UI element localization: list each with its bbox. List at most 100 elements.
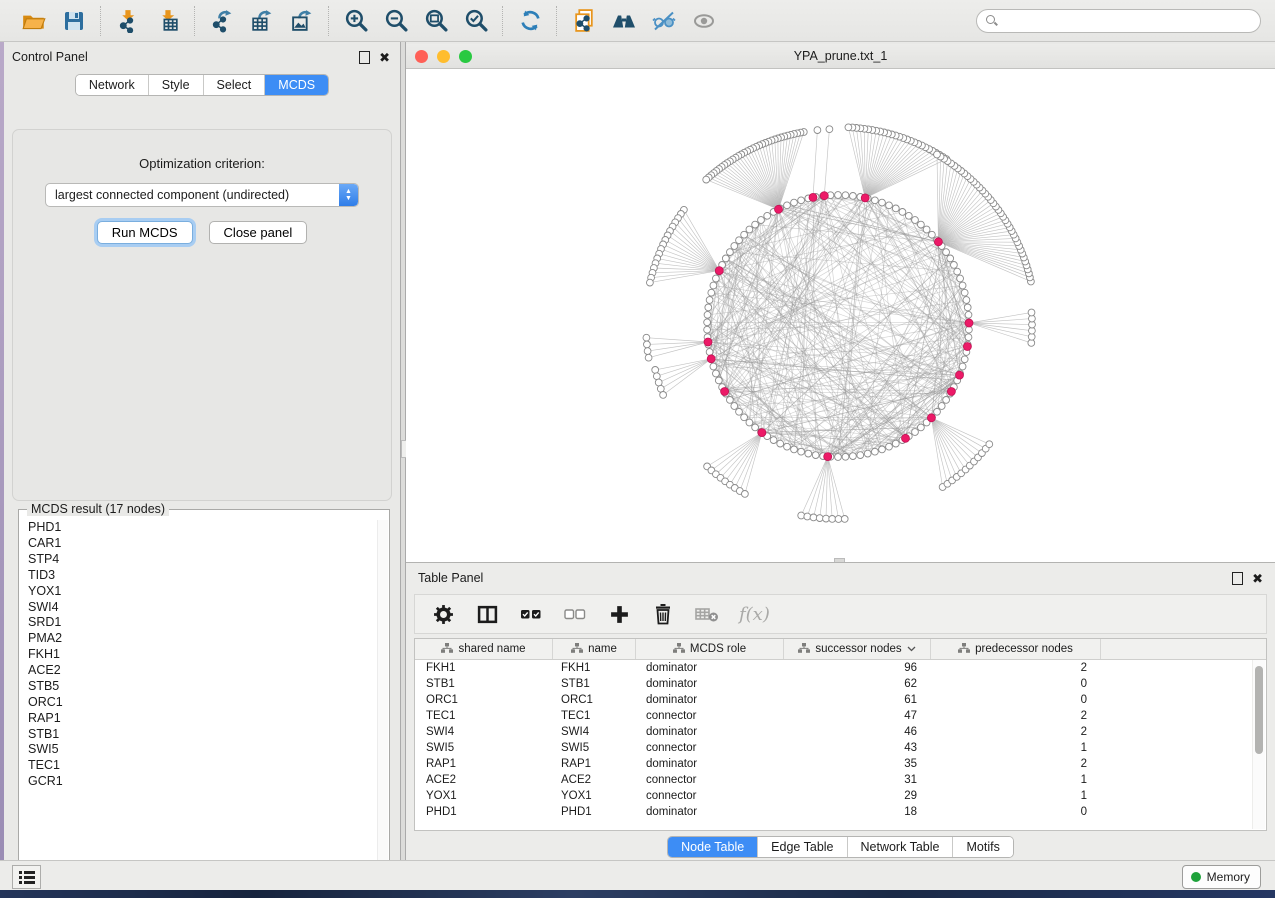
search-icon	[986, 15, 997, 26]
control-panel-title: Control Panel	[12, 50, 88, 64]
table-row[interactable]: RAP1RAP1dominator352	[415, 756, 1266, 772]
attribute-icon	[673, 643, 685, 656]
column-header-shared-name[interactable]: shared name	[415, 639, 553, 659]
search-input[interactable]	[1003, 13, 1251, 29]
table-panel-title: Table Panel	[418, 571, 483, 585]
mcds-result-item[interactable]: PMA2	[20, 631, 378, 647]
zoom-in-icon[interactable]	[343, 8, 369, 34]
table-panel: Table Panel ✖ f(x) shared namenameMCDS r…	[406, 562, 1275, 860]
mcds-result-item[interactable]: STB1	[20, 726, 378, 742]
mcds-result-item[interactable]: SWI5	[20, 742, 378, 758]
cell-predecessor-nodes: 2	[931, 758, 1101, 770]
table-row[interactable]: SWI5SWI5connector431	[415, 740, 1266, 756]
split-panel-icon[interactable]	[475, 602, 499, 626]
tab-mcds[interactable]: MCDS	[265, 75, 328, 95]
open-file-icon[interactable]	[21, 8, 47, 34]
table-row[interactable]: FKH1FKH1dominator962	[415, 660, 1266, 676]
table-row[interactable]: TEC1TEC1connector472	[415, 708, 1266, 724]
mcds-result-list[interactable]: PHD1CAR1STP4TID3YOX1SWI4SRD1PMA2FKH1ACE2…	[20, 520, 378, 880]
export-network-icon[interactable]	[209, 8, 235, 34]
tab-network[interactable]: Network	[76, 75, 149, 95]
import-network-icon[interactable]	[115, 8, 141, 34]
task-history-button[interactable]	[12, 865, 41, 889]
deselect-all-icon[interactable]	[563, 602, 587, 626]
export-table-icon[interactable]	[249, 8, 275, 34]
mcds-result-item[interactable]: TEC1	[20, 758, 378, 774]
network-graph[interactable]	[406, 69, 1275, 562]
attribute-icon	[798, 643, 810, 656]
select-all-icon[interactable]	[519, 602, 543, 626]
cell-name: SWI4	[553, 726, 636, 738]
zoom-out-icon[interactable]	[383, 8, 409, 34]
table-row[interactable]: YOX1YOX1connector291	[415, 788, 1266, 804]
close-table-panel-icon[interactable]: ✖	[1252, 572, 1263, 585]
table-tab-motifs[interactable]: Motifs	[953, 837, 1012, 857]
zoom-selected-icon[interactable]	[463, 8, 489, 34]
mcds-result-item[interactable]: GCR1	[20, 774, 378, 790]
delete-column-icon[interactable]	[651, 602, 675, 626]
mcds-result-item[interactable]: SWI4	[20, 599, 378, 615]
network-view[interactable]	[406, 69, 1275, 562]
settings-icon[interactable]	[431, 602, 455, 626]
mcds-result-item[interactable]: SRD1	[20, 615, 378, 631]
mcds-result-item[interactable]: ACE2	[20, 663, 378, 679]
mcds-result-item[interactable]: STB5	[20, 679, 378, 695]
mcds-result-item[interactable]: FKH1	[20, 647, 378, 663]
mcds-result-item[interactable]: ORC1	[20, 695, 378, 711]
mcds-result-scrollbar[interactable]	[377, 520, 388, 880]
tab-select[interactable]: Select	[204, 75, 266, 95]
table-scrollbar[interactable]	[1252, 660, 1265, 829]
add-column-icon[interactable]	[607, 602, 631, 626]
close-panel-button[interactable]: Close panel	[209, 221, 308, 244]
table-row[interactable]: STB1STB1dominator620	[415, 676, 1266, 692]
cell-MCDS-role: connector	[636, 742, 784, 754]
cell-MCDS-role: dominator	[636, 694, 784, 706]
table-row[interactable]: ORC1ORC1dominator610	[415, 692, 1266, 708]
table-row[interactable]: ACE2ACE2connector311	[415, 772, 1266, 788]
mcds-result-item[interactable]: PHD1	[20, 520, 378, 536]
cell-name: FKH1	[553, 662, 636, 674]
column-header-successor-nodes[interactable]: successor nodes	[784, 639, 931, 659]
run-mcds-button[interactable]: Run MCDS	[97, 221, 193, 244]
mcds-result-item[interactable]: TID3	[20, 568, 378, 584]
hide-details-icon[interactable]	[651, 8, 677, 34]
table-tab-network-table[interactable]: Network Table	[848, 837, 954, 857]
show-details-icon[interactable]	[691, 8, 717, 34]
mcds-result-item[interactable]: CAR1	[20, 536, 378, 552]
delete-table-icon[interactable]	[695, 602, 719, 626]
import-table-icon[interactable]	[155, 8, 181, 34]
table-tab-node-table[interactable]: Node Table	[668, 837, 758, 857]
cell-MCDS-role: dominator	[636, 806, 784, 818]
table-scrollbar-thumb[interactable]	[1255, 666, 1263, 754]
cell-name: TEC1	[553, 710, 636, 722]
search-area	[976, 9, 1261, 33]
list-icon	[19, 871, 35, 884]
cell-MCDS-role: dominator	[636, 678, 784, 690]
export-image-icon[interactable]	[289, 8, 315, 34]
float-table-panel-icon[interactable]	[1232, 572, 1243, 585]
mcds-result-item[interactable]: STP4	[20, 552, 378, 568]
refresh-icon[interactable]	[517, 8, 543, 34]
close-panel-icon[interactable]: ✖	[379, 51, 390, 64]
share-document-icon[interactable]	[571, 8, 597, 34]
mcds-result-item[interactable]: YOX1	[20, 584, 378, 600]
memory-button[interactable]: Memory	[1182, 865, 1261, 889]
mcds-result-item[interactable]: RAP1	[20, 711, 378, 727]
table-tabs: Node TableEdge TableNetwork TableMotifs	[667, 836, 1014, 858]
column-header-MCDS-role[interactable]: MCDS role	[636, 639, 784, 659]
node-table[interactable]: shared namenameMCDS rolesuccessor nodesp…	[414, 638, 1267, 831]
column-header-name[interactable]: name	[553, 639, 636, 659]
cell-name: PHD1	[553, 806, 636, 818]
table-tab-edge-table[interactable]: Edge Table	[758, 837, 847, 857]
table-row[interactable]: PHD1PHD1dominator180	[415, 804, 1266, 820]
tab-style[interactable]: Style	[149, 75, 204, 95]
zoom-fit-icon[interactable]	[423, 8, 449, 34]
column-header-predecessor-nodes[interactable]: predecessor nodes	[931, 639, 1101, 659]
float-panel-icon[interactable]	[359, 51, 370, 64]
optimization-select[interactable]: largest connected component (undirected)…	[45, 183, 359, 207]
save-icon[interactable]	[61, 8, 87, 34]
table-row[interactable]: SWI4SWI4dominator462	[415, 724, 1266, 740]
cell-predecessor-nodes: 1	[931, 790, 1101, 802]
search-field[interactable]	[976, 9, 1261, 33]
binoculars-icon[interactable]	[611, 8, 637, 34]
